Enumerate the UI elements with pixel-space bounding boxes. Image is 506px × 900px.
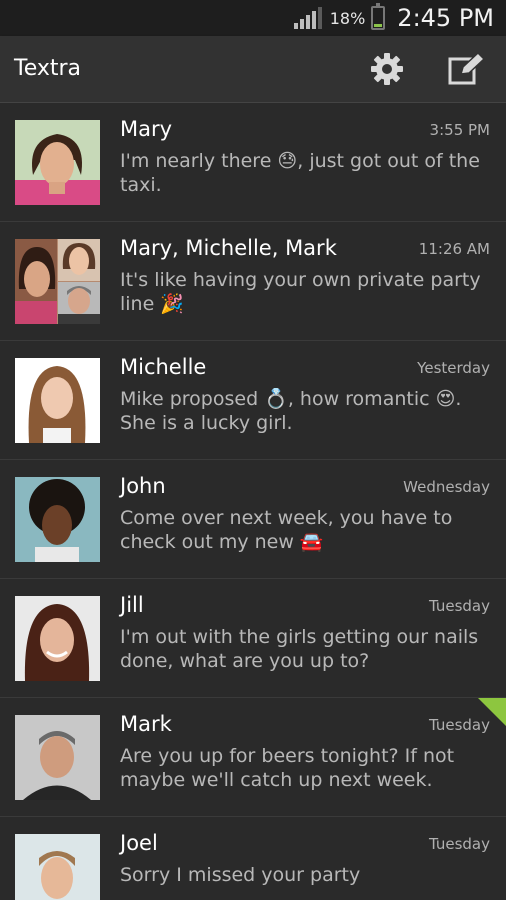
avatar <box>15 715 100 800</box>
contact-name: Joel <box>120 831 158 855</box>
app-title: Textra <box>14 56 82 81</box>
message-preview: Mike proposed 💍, how romantic 😍. She is … <box>120 388 462 434</box>
message-time: 11:26 AM <box>418 240 490 258</box>
message-time: Tuesday <box>428 716 490 734</box>
avatar <box>15 596 100 681</box>
settings-button[interactable] <box>368 50 406 88</box>
message-time: Wednesday <box>403 478 490 496</box>
contact-name: Mark <box>120 712 172 736</box>
conversation-row[interactable]: Joel Tuesday Sorry I missed your party <box>0 817 506 900</box>
status-icons: 18% 2:45 PM <box>293 3 494 32</box>
gear-icon <box>371 53 403 85</box>
battery-level <box>374 24 383 27</box>
avatar <box>15 834 100 900</box>
app-bar: Textra <box>0 36 506 103</box>
status-clock: 2:45 PM <box>397 4 494 32</box>
message-time: Tuesday <box>428 835 490 853</box>
avatar <box>15 120 100 205</box>
contact-name: Michelle <box>120 355 207 379</box>
contact-name: John <box>120 474 166 498</box>
contact-name: Mary, Michelle, Mark <box>120 236 337 260</box>
avatar <box>15 358 100 443</box>
conversation-row[interactable]: Mary 3:55 PM I'm nearly there 😓, just go… <box>0 103 506 222</box>
battery-percent: 18% <box>329 8 366 28</box>
contact-name: Mary <box>120 117 173 141</box>
avatar <box>15 477 100 562</box>
message-preview: I'm out with the girls getting our nails… <box>120 626 479 672</box>
conversation-list[interactable]: Mary 3:55 PM I'm nearly there 😓, just go… <box>0 103 506 900</box>
status-bar: 18% 2:45 PM <box>0 0 506 36</box>
compose-icon <box>448 52 485 85</box>
message-preview: Sorry I missed your party <box>120 864 361 886</box>
group-avatar <box>15 239 100 324</box>
conversation-row[interactable]: Michelle Yesterday Mike proposed 💍, how … <box>0 341 506 460</box>
signal-icon <box>293 7 322 29</box>
compose-button[interactable] <box>446 50 486 88</box>
message-preview: It's like having your own private party … <box>120 269 481 315</box>
message-time: Yesterday <box>417 359 490 377</box>
conversation-row[interactable]: Mary, Michelle, Mark 11:26 AM It's like … <box>0 222 506 341</box>
battery-icon <box>371 3 386 30</box>
message-time: 3:55 PM <box>429 121 490 139</box>
message-preview: Come over next week, you have to check o… <box>120 507 453 553</box>
conversation-row[interactable]: John Wednesday Come over next week, you … <box>0 460 506 579</box>
message-preview: I'm nearly there 😓, just got out of the … <box>120 150 480 196</box>
conversation-row-unread[interactable]: Mark Tuesday Are you up for beers tonigh… <box>0 698 506 817</box>
conversation-row[interactable]: Jill Tuesday I'm out with the girls gett… <box>0 579 506 698</box>
message-preview: Are you up for beers tonight? If not may… <box>120 745 455 791</box>
message-time: Tuesday <box>428 597 490 615</box>
contact-name: Jill <box>120 593 144 617</box>
